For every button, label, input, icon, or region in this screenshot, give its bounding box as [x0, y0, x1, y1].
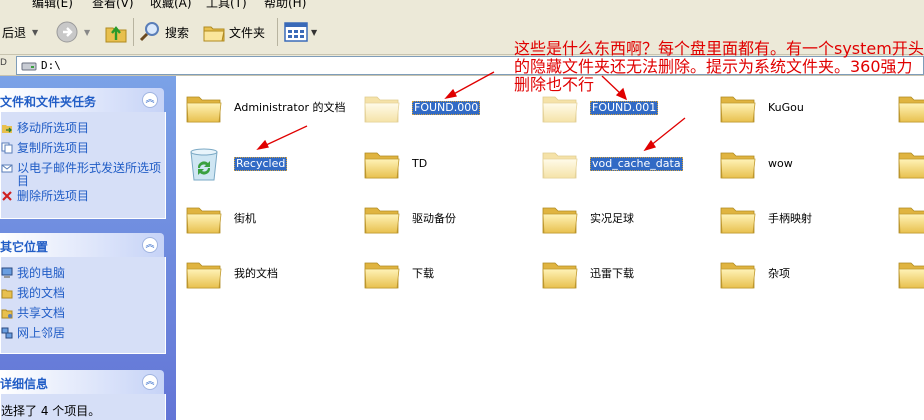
arrow-line [649, 117, 686, 147]
annotation-note: 这些是什么东西啊？每个盘里面都有。有一个system开头的隐藏文件夹还无法删除。… [514, 39, 924, 94]
arrow-head [256, 139, 269, 151]
arrow-head [444, 88, 457, 100]
arrow-head [643, 139, 657, 152]
arrow-line [449, 71, 495, 97]
arrow-line [263, 125, 308, 147]
